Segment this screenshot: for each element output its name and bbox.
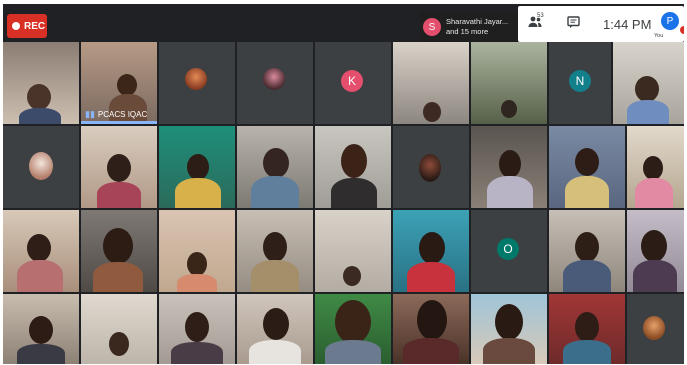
participant-tile[interactable] <box>315 210 391 292</box>
participant-tile[interactable] <box>393 126 469 208</box>
meeting-grid: ▮▮ PCACS IQAC K N O REC S Sharavathi Jay… <box>3 4 684 364</box>
participant-tile-active-speaker[interactable]: ▮▮ PCACS IQAC <box>81 42 157 124</box>
people-count: 53 <box>537 13 544 19</box>
record-dot-icon <box>12 22 20 30</box>
participant-tile[interactable] <box>159 294 235 364</box>
participant-tile[interactable]: O <box>471 210 547 292</box>
clock: 1:44 PM <box>603 17 652 32</box>
user-label: You <box>654 33 664 39</box>
participant-tile[interactable] <box>237 126 313 208</box>
participant-tile[interactable] <box>627 210 684 292</box>
status-dot-icon <box>680 26 684 34</box>
participant-tile[interactable] <box>393 42 469 124</box>
participant-photo-avatar <box>29 152 53 180</box>
presenter-avatar: S <box>423 18 441 36</box>
top-bar: REC S Sharavathi Jayar... and 15 more 53… <box>3 4 684 42</box>
participant-tile[interactable] <box>549 210 625 292</box>
participant-tile[interactable] <box>3 42 79 124</box>
presenter-info: Sharavathi Jayar... and 15 more <box>446 17 509 36</box>
participant-tile[interactable] <box>471 126 547 208</box>
participant-tile[interactable] <box>159 210 235 292</box>
participant-photo-avatar <box>419 154 441 182</box>
letter-avatar: N <box>569 70 591 92</box>
participant-tile[interactable] <box>81 294 157 364</box>
active-speaker-indicator <box>81 121 157 124</box>
participant-tile[interactable] <box>627 294 684 364</box>
participant-tile[interactable] <box>3 210 79 292</box>
participant-tile[interactable] <box>393 294 469 364</box>
participant-tile[interactable] <box>237 294 313 364</box>
participant-photo-avatar <box>185 68 207 90</box>
participant-tile[interactable] <box>81 210 157 292</box>
speaking-icon: ▮▮ <box>85 109 95 119</box>
participant-photo-avatar <box>263 68 285 90</box>
meeting-controls: 53 1:44 PM P You <box>518 6 684 42</box>
participant-tile[interactable] <box>237 210 313 292</box>
participant-tile[interactable]: N <box>549 42 611 124</box>
participant-tile[interactable]: K <box>315 42 391 124</box>
participant-name: ▮▮ PCACS IQAC <box>85 109 148 119</box>
letter-avatar: K <box>341 70 363 92</box>
participant-tile[interactable] <box>393 210 469 292</box>
participant-tile[interactable] <box>315 294 391 364</box>
letter-avatar: O <box>497 238 519 260</box>
participant-tile[interactable] <box>81 126 157 208</box>
participant-tile[interactable] <box>237 42 313 124</box>
participant-tile[interactable] <box>471 42 547 124</box>
chat-icon[interactable] <box>567 16 580 32</box>
participant-photo-avatar <box>643 316 665 340</box>
participant-tile[interactable] <box>471 294 547 364</box>
user-avatar[interactable]: P <box>661 12 679 30</box>
participant-tile[interactable] <box>549 294 625 364</box>
participant-tile[interactable] <box>613 42 684 124</box>
participant-tile[interactable] <box>3 126 79 208</box>
recording-indicator: REC <box>7 14 47 38</box>
participant-tile[interactable] <box>159 42 235 124</box>
participant-tile[interactable] <box>3 294 79 364</box>
participant-tile[interactable] <box>315 126 391 208</box>
participant-tile[interactable] <box>159 126 235 208</box>
participant-tile[interactable] <box>627 126 684 208</box>
presenter-chip[interactable]: S Sharavathi Jayar... and 15 more <box>420 12 518 42</box>
participant-tile[interactable] <box>549 126 625 208</box>
